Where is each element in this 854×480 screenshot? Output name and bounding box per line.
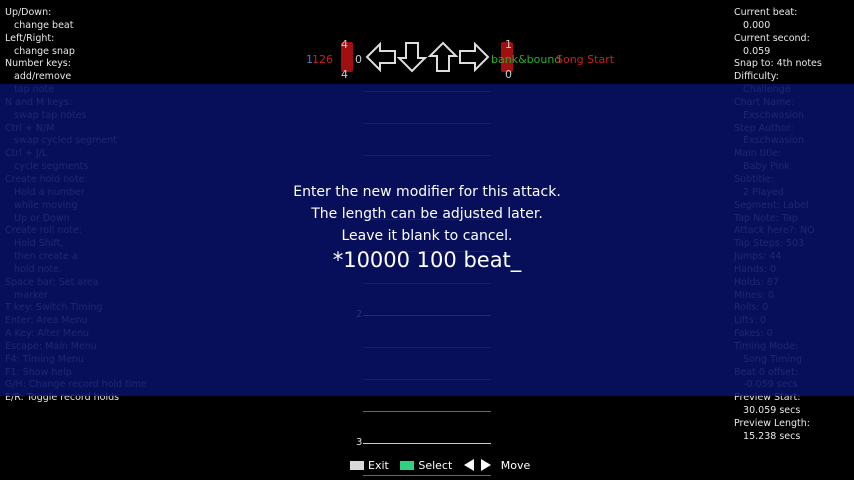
bpm-prefix-mark: 1 xyxy=(306,53,313,66)
left-triangle-icon xyxy=(463,459,474,471)
help-left-line: change beat xyxy=(5,19,74,31)
label-segment-tag: bank&bound xyxy=(491,53,562,66)
dialog-prompt-line: Enter the new modifier for this attack. xyxy=(293,184,561,200)
exit-label: Exit xyxy=(368,458,389,472)
beat-line xyxy=(363,475,491,476)
footer-controls: Exit Select Move xyxy=(350,458,538,472)
up-arrow-receptor-icon xyxy=(427,41,459,72)
info-right-line: Current beat: xyxy=(734,7,798,18)
left-arrow-receptor-icon xyxy=(365,41,396,73)
move-label: Move xyxy=(500,458,531,472)
exit-key-icon xyxy=(350,460,364,470)
modifier-input[interactable]: *10000 100 beat_ xyxy=(0,245,854,275)
editor-screen: Up/Down: change beat Left/Right: change s… xyxy=(0,0,854,480)
bpm-label: 126 xyxy=(312,53,333,66)
text-entry-dialog[interactable]: Enter the new modifier for this attack. … xyxy=(0,181,854,275)
left-zero-label: 0 xyxy=(355,53,362,66)
help-left-line: add/remove xyxy=(5,71,72,83)
left-bottom-number: 4 xyxy=(341,68,348,81)
select-key-icon xyxy=(400,460,415,470)
info-right-line: Snap to: 4th notes xyxy=(734,58,822,70)
left-top-number: 4 xyxy=(341,38,348,51)
info-right-line: 0.059 xyxy=(734,45,771,57)
measure-line xyxy=(363,443,491,444)
info-right-line: 30.059 secs xyxy=(734,405,801,417)
select-label: Select xyxy=(418,458,453,472)
dialog-prompt-line: The length can be adjusted later. xyxy=(311,206,543,222)
measure-number: 3 xyxy=(356,437,363,448)
right-bottom-number: 0 xyxy=(505,68,512,81)
right-triangle-icon xyxy=(481,459,492,471)
help-left-line: Left/Right: xyxy=(5,32,55,44)
help-left-line: Up/Down: xyxy=(5,7,52,18)
help-left-line: change snap xyxy=(5,45,75,57)
beat-line xyxy=(363,411,491,412)
info-right-line: Current second: xyxy=(734,32,810,44)
song-start-tag: Song Start xyxy=(556,53,615,66)
right-arrow-receptor-icon xyxy=(459,41,490,73)
dialog-prompt-line: Leave it blank to cancel. xyxy=(341,228,513,244)
down-arrow-receptor-icon xyxy=(396,42,428,73)
info-right-line: Preview Length: xyxy=(734,418,810,429)
info-right-line: 0.000 xyxy=(734,19,771,31)
right-top-number: 1 xyxy=(505,38,512,51)
help-left-line: Number keys: xyxy=(5,58,71,70)
info-right-line: 15.238 secs xyxy=(734,430,801,442)
info-right-line: Difficulty: xyxy=(734,71,779,83)
